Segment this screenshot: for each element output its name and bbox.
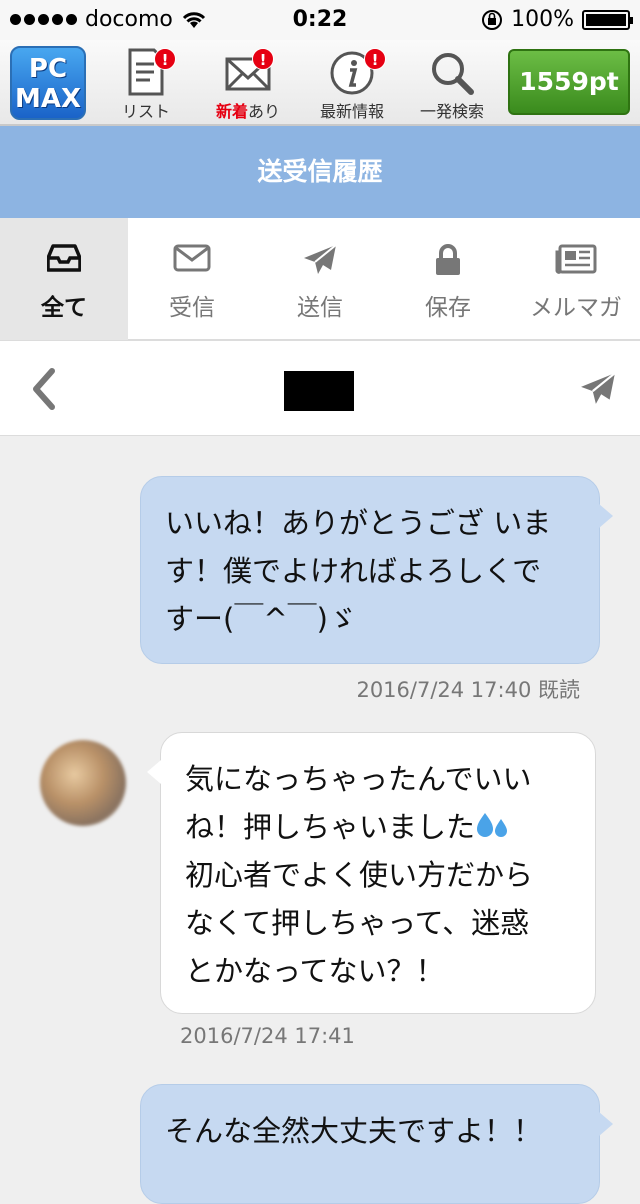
new-mail-label-highlight: 新着 xyxy=(215,102,248,121)
mailbox-tabs: 全て 受信 送信 保存 メルマガ xyxy=(0,218,640,340)
message-line: 気になっちゃったんでいい xyxy=(185,762,532,796)
tab-newsletter-label: メルマガ xyxy=(530,295,622,321)
quick-search-label: 一発検索 xyxy=(419,102,484,121)
new-mail-button[interactable]: ! 新着あり xyxy=(198,44,298,122)
tab-newsletter[interactable]: メルマガ xyxy=(512,218,640,340)
message-line: そんな全然大丈夫ですよ！！ xyxy=(165,1114,543,1148)
message-timestamp: 2016/7/24 17:40 既読 xyxy=(356,678,580,702)
back-icon[interactable] xyxy=(24,365,64,413)
list-button[interactable]: ! リスト xyxy=(96,44,196,122)
message-line: す！僕でよければよろしくで xyxy=(165,554,542,588)
sent-message: そんな全然大丈夫ですよ！！ xyxy=(140,1084,600,1204)
new-mail-label: 新着あり xyxy=(198,98,298,122)
tab-all-label: 全て xyxy=(41,295,87,321)
status-right: 100% xyxy=(481,7,633,32)
lock-icon xyxy=(436,244,460,275)
list-badge: ! xyxy=(154,48,176,70)
message-line: いいね！ありがとうござ いま xyxy=(165,506,552,540)
new-mail-label-rest: あり xyxy=(248,102,281,121)
list-label: リスト xyxy=(121,102,170,121)
message-line: なくて押しちゃって、迷惑 xyxy=(185,906,530,940)
search-icon xyxy=(432,53,474,95)
avatar[interactable] xyxy=(40,740,126,826)
sweat-drops-icon xyxy=(477,813,508,837)
tab-saved-label: 保存 xyxy=(425,295,471,321)
paper-plane-icon xyxy=(304,244,337,274)
envelope-icon xyxy=(173,244,211,272)
received-message: 気になっちゃったんでいい ね！押しちゃいました 初心者でよく使い方だから なくて… xyxy=(160,732,596,1014)
page-title: 送受信履歴 xyxy=(0,126,640,218)
paper-plane-icon[interactable] xyxy=(580,371,616,407)
pcmax-logo[interactable]: PC MAX xyxy=(10,46,86,120)
tab-saved[interactable]: 保存 xyxy=(384,218,512,340)
quick-search-button[interactable]: 一発検索 xyxy=(402,44,502,122)
tab-sent[interactable]: 送信 xyxy=(256,218,384,340)
tab-received-label: 受信 xyxy=(169,295,215,321)
tab-sent-label: 送信 xyxy=(297,295,343,321)
logo-line2: MAX xyxy=(14,84,82,114)
thread-header xyxy=(0,340,640,436)
message-line: とかなってない？！ xyxy=(185,954,445,988)
mail-badge: ! xyxy=(252,48,274,70)
latest-info-button[interactable]: ! 最新情報 xyxy=(302,44,402,122)
status-bar: docomo 0:22 100% xyxy=(0,0,640,40)
redacted-contact-name xyxy=(284,371,354,411)
message-line: ね！押しちゃいました xyxy=(185,803,571,851)
inbox-icon xyxy=(46,244,82,272)
rotation-lock-icon xyxy=(482,9,503,30)
message-line-text: ね！押しちゃいました xyxy=(185,810,476,844)
sent-message: いいね！ありがとうござ いま す！僕でよければよろしくで すー(￣^￣)ゞ xyxy=(140,476,600,664)
bubble-tail xyxy=(599,504,613,528)
tab-received[interactable]: 受信 xyxy=(128,218,256,340)
tab-all[interactable]: 全て xyxy=(0,218,128,340)
app-toolbar: PC MAX ! リスト ! 新着あり ! 最新情報 一発検索 1559pt xyxy=(0,40,640,126)
bubble-tail xyxy=(147,760,161,784)
message-line: 初心者でよく使い方だから xyxy=(185,858,534,892)
newspaper-icon xyxy=(555,244,597,274)
battery-percent: 100% xyxy=(511,7,574,32)
message-line: すー(￣^￣)ゞ xyxy=(165,602,357,636)
logo-line1: PC xyxy=(28,54,68,84)
battery-icon xyxy=(582,9,633,30)
message-timestamp: 2016/7/24 17:41 xyxy=(180,1024,355,1048)
bubble-tail xyxy=(599,1112,613,1136)
info-badge: ! xyxy=(364,48,386,70)
points-button[interactable]: 1559pt xyxy=(508,49,630,115)
latest-info-label: 最新情報 xyxy=(319,102,384,121)
